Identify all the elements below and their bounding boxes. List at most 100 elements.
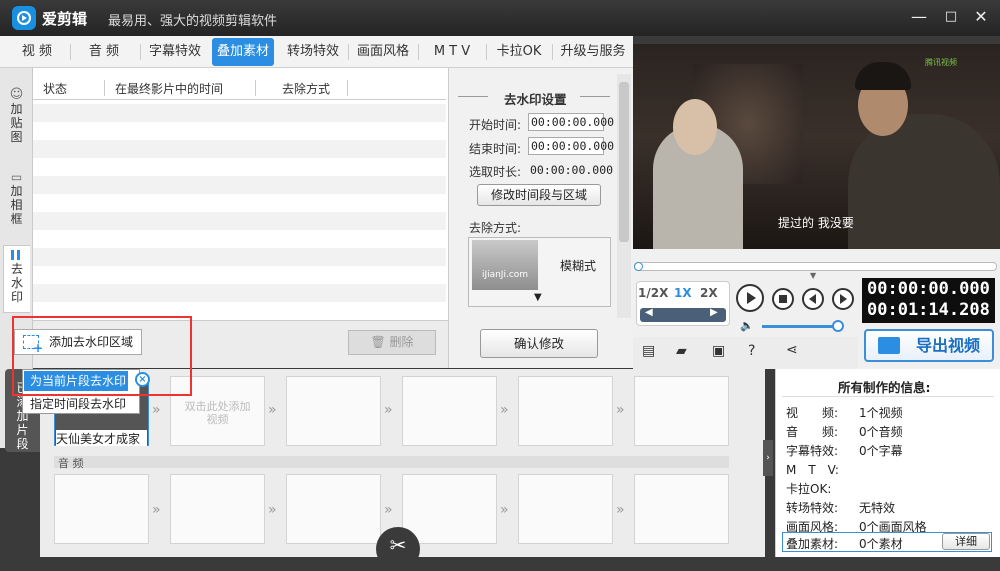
tab-divider — [418, 44, 419, 60]
expand-chevron-icon[interactable]: ▼ — [810, 271, 816, 280]
info-divider — [782, 396, 994, 397]
mosaic-icon — [11, 250, 23, 260]
speed-half[interactable]: 1/2X — [638, 286, 668, 300]
menu-item-time-range[interactable]: 指定时间段去水印 — [30, 395, 126, 412]
audio-slot[interactable] — [54, 474, 149, 544]
frame-icon: ▭ — [10, 170, 23, 184]
scissors-icon[interactable]: ✂ — [376, 527, 420, 571]
tab-mtv[interactable]: M T V — [420, 38, 484, 66]
next-frame-button[interactable] — [832, 288, 854, 310]
audio-slot[interactable] — [170, 474, 265, 544]
list-row — [33, 248, 446, 266]
column-divider — [104, 80, 105, 96]
audio-slot[interactable] — [402, 474, 497, 544]
volume-icon[interactable]: 🔈 — [740, 319, 754, 332]
removal-method-label: 去除方式: — [469, 221, 522, 235]
open-folder-icon[interactable]: ▰ — [676, 343, 687, 359]
side-tab-label: 加贴图 — [10, 102, 23, 144]
export-video-button[interactable]: 导出视频 — [864, 329, 994, 362]
title-rule — [458, 96, 488, 97]
empty-clip-slot[interactable] — [634, 376, 729, 446]
side-tab-label: 去水印 — [11, 262, 24, 304]
list-row — [33, 284, 446, 302]
side-tab-remove-watermark[interactable]: 去水印 — [3, 245, 30, 313]
new-file-icon[interactable]: ▤ — [642, 343, 655, 359]
minimize-button[interactable]: — — [910, 8, 928, 26]
info-row-transitions: 转场特效: 无特效 — [786, 501, 896, 515]
info-row-audio: 音 频: 0个音频 — [786, 425, 903, 439]
trash-icon: 🗑 — [370, 335, 386, 349]
clip-title: 天仙美女才成家 — [56, 430, 147, 446]
volume-handle[interactable] — [832, 320, 844, 332]
scrollbar-thumb[interactable] — [619, 82, 629, 242]
modify-region-button[interactable]: 修改时间段与区域 — [477, 184, 601, 206]
save-icon[interactable]: ▣ — [712, 343, 725, 359]
tab-video[interactable]: 视 频 — [6, 38, 68, 66]
export-icon — [878, 337, 900, 354]
smiley-icon: ☺ — [9, 87, 24, 102]
end-time-input[interactable]: 00:00:00.000 — [528, 137, 614, 155]
add-video-hint: 双击此处添加视频 — [184, 400, 251, 426]
confirm-modify-button[interactable]: 确认修改 — [480, 329, 598, 358]
highlight-annotation-box — [12, 316, 192, 396]
arrow-icon: » — [268, 402, 277, 418]
current-time: 00:00:00.000 — [867, 279, 990, 299]
play-button[interactable] — [736, 284, 764, 312]
step-back-icon[interactable]: ◀ — [645, 307, 653, 318]
timecode-display: 00:00:00.000 00:01:14.208 — [862, 278, 995, 323]
delete-button[interactable]: 🗑 删除 — [348, 330, 436, 355]
speed-normal[interactable]: 1X — [674, 286, 692, 300]
arrow-icon: » — [384, 502, 393, 518]
info-row-video: 视 频: 1个视频 — [786, 406, 903, 420]
detail-button[interactable]: 详细 — [942, 533, 990, 550]
empty-clip-slot[interactable] — [402, 376, 497, 446]
arrow-icon: » — [384, 402, 393, 418]
end-time-label: 结束时间: — [469, 142, 522, 156]
empty-clip-slot[interactable] — [518, 376, 613, 446]
progress-handle[interactable] — [634, 262, 643, 271]
export-label: 导出视频 — [915, 336, 980, 355]
speed-double[interactable]: 2X — [700, 286, 718, 300]
start-time-input[interactable]: 00:00:00.000 — [528, 113, 614, 131]
duration-value: 00:00:00.000 — [530, 163, 614, 177]
tab-divider — [348, 44, 349, 60]
tab-transition-effects[interactable]: 转场特效 — [280, 38, 346, 66]
removal-method-value: 模糊式 — [560, 259, 597, 273]
column-divider — [347, 80, 348, 96]
list-row — [33, 176, 446, 194]
side-tab-label: 加相框 — [10, 184, 23, 226]
column-removal-method: 去除方式 — [282, 82, 331, 96]
help-icon[interactable]: ? — [748, 343, 755, 359]
progress-track[interactable] — [634, 262, 997, 271]
prev-frame-button[interactable] — [802, 288, 824, 310]
audio-slot[interactable] — [286, 474, 381, 544]
tab-subtitle-effects[interactable]: 字幕特效 — [142, 38, 208, 66]
blur-preview-thumbnail: iJianJi.com — [472, 240, 538, 290]
stop-button[interactable] — [772, 288, 794, 310]
side-tab-add-sticker[interactable]: ☺ 加贴图 — [3, 86, 30, 148]
start-time-label: 开始时间: — [469, 118, 522, 132]
tab-karaoke[interactable]: 卡拉OK — [488, 38, 550, 66]
step-forward-icon[interactable]: ▶ — [710, 307, 718, 318]
arrow-icon: » — [616, 502, 625, 518]
chevron-down-icon[interactable]: ▼ — [534, 292, 542, 303]
info-title: 所有制作的信息: — [838, 380, 931, 395]
volume-slider[interactable] — [762, 325, 838, 328]
tab-divider — [486, 44, 487, 60]
arrow-icon: » — [152, 402, 161, 418]
column-time-in-final: 在最终影片中的时间 — [115, 82, 224, 96]
close-button[interactable]: ✕ — [972, 8, 990, 26]
tab-picture-style[interactable]: 画面风格 — [350, 38, 416, 66]
empty-clip-slot[interactable] — [286, 376, 381, 446]
collapse-panel-arrow-icon[interactable]: › — [763, 440, 773, 476]
audio-slot[interactable] — [518, 474, 613, 544]
tab-overlay-materials[interactable]: 叠加素材 — [212, 38, 274, 66]
share-icon[interactable]: ⋖ — [786, 342, 798, 358]
side-tab-add-frame[interactable]: ▭ 加相框 — [3, 168, 30, 230]
tab-audio[interactable]: 音 频 — [72, 38, 136, 66]
maximize-button[interactable]: □ — [942, 8, 960, 26]
title-rule — [580, 96, 610, 97]
tab-upgrade-service[interactable]: 升级与服务 — [554, 38, 632, 66]
audio-slot[interactable] — [634, 474, 729, 544]
audio-track-header — [54, 456, 729, 468]
